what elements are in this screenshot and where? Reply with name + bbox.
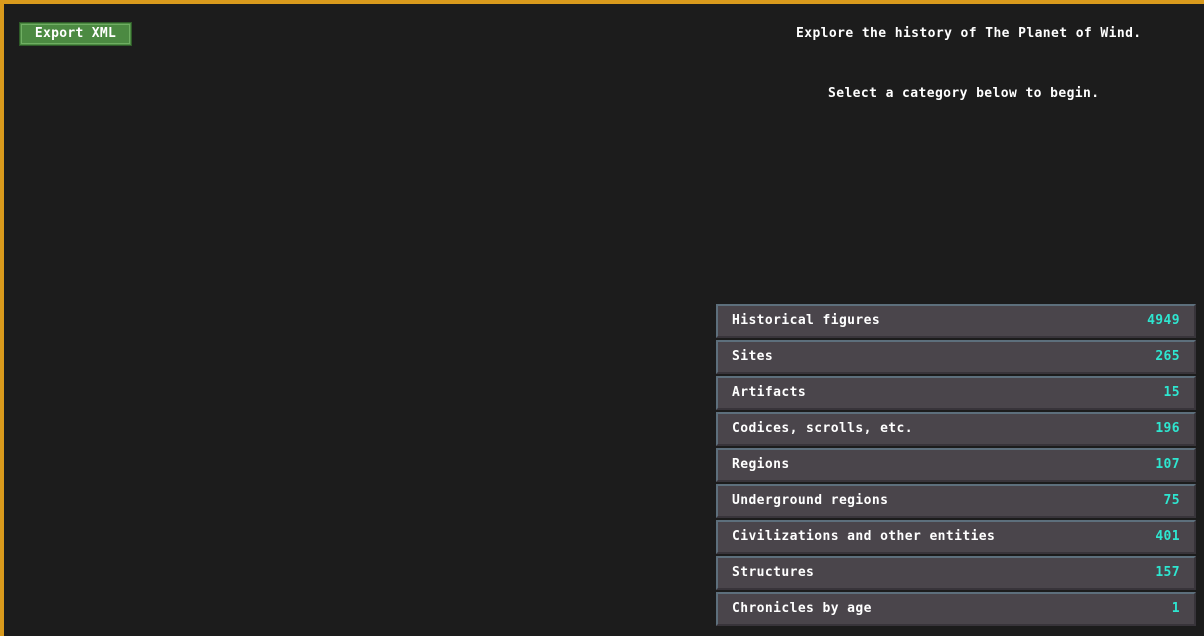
category-label: Sites (732, 349, 774, 364)
category-label: Artifacts (732, 385, 807, 400)
category-historical-figures[interactable]: Historical figures 4949 (716, 304, 1196, 338)
category-underground-regions[interactable]: Underground regions 75 (716, 484, 1196, 518)
category-regions[interactable]: Regions 107 (716, 448, 1196, 482)
category-label: Civilizations and other entities (732, 529, 996, 544)
intro-instruction: Select a category below to begin. (828, 86, 1100, 101)
category-count: 401 (1155, 529, 1180, 544)
category-artifacts[interactable]: Artifacts 15 (716, 376, 1196, 410)
category-count: 75 (1163, 493, 1180, 508)
category-label: Structures (732, 565, 815, 580)
category-count: 15 (1163, 385, 1180, 400)
export-xml-button[interactable]: Export XML (19, 22, 132, 46)
category-label: Regions (732, 457, 790, 472)
category-count: 157 (1155, 565, 1180, 580)
category-list: Historical figures 4949 Sites 265 Artifa… (716, 304, 1196, 628)
category-codices-scrolls[interactable]: Codices, scrolls, etc. 196 (716, 412, 1196, 446)
category-label: Codices, scrolls, etc. (732, 421, 913, 436)
category-label: Chronicles by age (732, 601, 872, 616)
category-label: Historical figures (732, 313, 881, 328)
category-count: 265 (1155, 349, 1180, 364)
category-count: 196 (1155, 421, 1180, 436)
category-count: 107 (1155, 457, 1180, 472)
intro-title: Explore the history of The Planet of Win… (796, 26, 1142, 41)
category-structures[interactable]: Structures 157 (716, 556, 1196, 590)
category-sites[interactable]: Sites 265 (716, 340, 1196, 374)
legends-window: Export XML Explore the history of The Pl… (0, 0, 1204, 636)
category-civilizations[interactable]: Civilizations and other entities 401 (716, 520, 1196, 554)
category-count: 4949 (1147, 313, 1180, 328)
category-count: 1 (1171, 601, 1180, 616)
category-chronicles-by-age[interactable]: Chronicles by age 1 (716, 592, 1196, 626)
category-label: Underground regions (732, 493, 889, 508)
